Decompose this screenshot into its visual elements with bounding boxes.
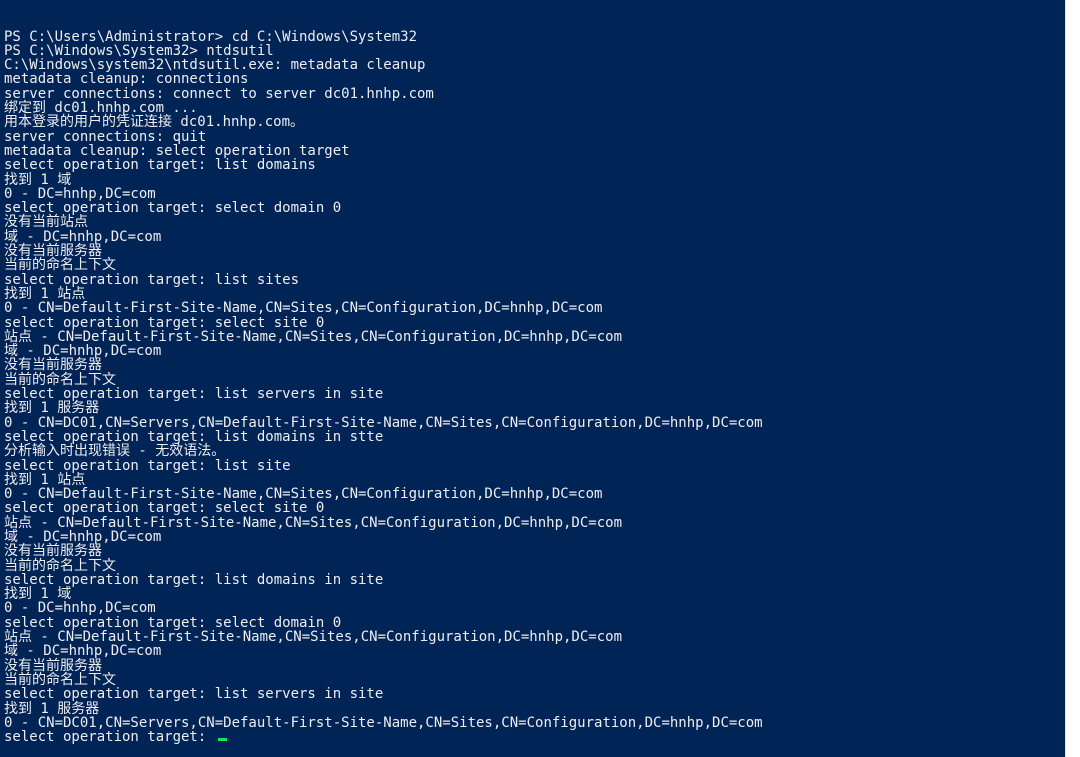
- console-output: PS C:\Users\Administrator> cd C:\Windows…: [4, 1, 763, 757]
- console-line: 没有当前服务器: [4, 243, 102, 260]
- console-line: 当前的命名上下文: [4, 557, 116, 574]
- console-line: PS C:\Users\Administrator> cd C:\Windows…: [4, 28, 418, 45]
- console-line: metadata cleanup: select operation targe…: [4, 142, 350, 159]
- console-line: 没有当前服务器: [4, 657, 102, 674]
- console-line: 分析输入时出现错误 - 无效语法。: [4, 443, 226, 460]
- console-line: C:\Windows\system32\ntdsutil.exe: metada…: [4, 57, 426, 74]
- console-line: 域 - DC=hnhp,DC=com: [4, 228, 162, 245]
- current-prompt-line[interactable]: select operation target:: [4, 730, 763, 744]
- console-line: PS C:\Windows\System32> ntdsutil: [4, 42, 274, 59]
- console-line: select operation target: list servers in…: [4, 386, 384, 403]
- console-line: select operation target: select domain 0: [4, 614, 342, 631]
- current-prompt-text: select operation target:: [4, 729, 215, 746]
- console-line: select operation target: list servers in…: [4, 686, 384, 703]
- console-line: 当前的命名上下文: [4, 257, 116, 274]
- console-line: 找到 1 域: [4, 171, 72, 188]
- console-line: 找到 1 域: [4, 586, 72, 603]
- console-line: select operation target: list site: [4, 457, 291, 474]
- console-line: select operation target: select site 0: [4, 500, 325, 517]
- console-line: select operation target: select domain 0: [4, 200, 342, 217]
- console-line: select operation target: list domains in…: [4, 571, 384, 588]
- console-line: select operation target: list domains: [4, 157, 316, 174]
- window-right-edge: [1065, 0, 1080, 757]
- console-line: 没有当前服务器: [4, 357, 102, 374]
- console-line: select operation target: list sites: [4, 271, 300, 288]
- console-line: 当前的命名上下文: [4, 671, 116, 688]
- powershell-console-window[interactable]: PS C:\Users\Administrator> cd C:\Windows…: [0, 0, 1065, 757]
- console-line: 当前的命名上下文: [4, 371, 116, 388]
- console-line: select operation target: list domains in…: [4, 428, 384, 445]
- console-line: server connections: connect to server dc…: [4, 85, 434, 102]
- console-line: 找到 1 服务器: [4, 400, 100, 417]
- console-line: 没有当前站点: [4, 214, 88, 231]
- console-line: 0 - CN=DC01,CN=Servers,CN=Default-First-…: [4, 714, 763, 731]
- console-line: 找到 1 站点: [4, 471, 86, 488]
- console-line: 0 - CN=DC01,CN=Servers,CN=Default-First-…: [4, 414, 763, 431]
- console-line: 域 - DC=hnhp,DC=com: [4, 643, 162, 660]
- console-line: 站点 - CN=Default-First-Site-Name,CN=Sites…: [4, 328, 623, 345]
- console-line: 站点 - CN=Default-First-Site-Name,CN=Sites…: [4, 514, 623, 531]
- console-line: 找到 1 站点: [4, 285, 86, 302]
- console-line: 0 - DC=hnhp,DC=com: [4, 185, 156, 202]
- console-line: select operation target: select site 0: [4, 314, 325, 331]
- text-cursor: [217, 738, 227, 742]
- console-line: 没有当前服务器: [4, 543, 102, 560]
- console-line: server connections: quit: [4, 128, 207, 145]
- console-line: 0 - CN=Default-First-Site-Name,CN=Sites,…: [4, 300, 603, 317]
- console-line: 域 - DC=hnhp,DC=com: [4, 343, 162, 360]
- console-line: 0 - DC=hnhp,DC=com: [4, 600, 156, 617]
- console-line: 0 - CN=Default-First-Site-Name,CN=Sites,…: [4, 486, 603, 503]
- console-line: metadata cleanup: connections: [4, 71, 249, 88]
- console-line: 域 - DC=hnhp,DC=com: [4, 528, 162, 545]
- console-line: 用本登录的用户的凭证连接 dc01.hnhp.com。: [4, 114, 305, 131]
- console-line: 找到 1 服务器: [4, 700, 100, 717]
- console-line: 站点 - CN=Default-First-Site-Name,CN=Sites…: [4, 629, 623, 646]
